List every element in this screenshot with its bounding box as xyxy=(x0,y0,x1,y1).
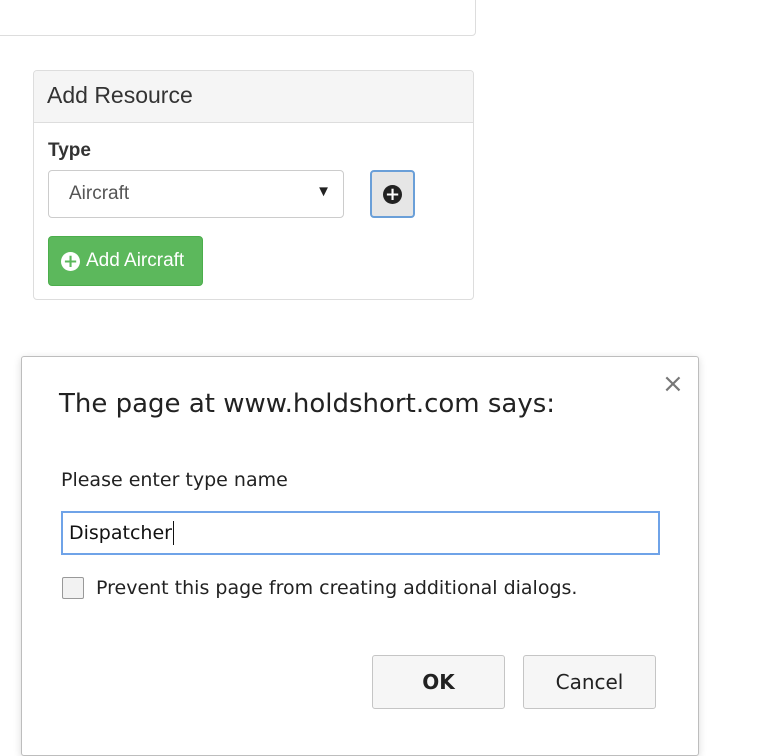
cancel-button[interactable]: Cancel xyxy=(523,655,656,709)
dialog-message: Please enter type name xyxy=(61,469,288,491)
ok-button[interactable]: OK xyxy=(372,655,505,709)
prevent-dialogs-checkbox[interactable] xyxy=(62,577,84,599)
prevent-dialogs-row[interactable]: Prevent this page from creating addition… xyxy=(62,577,577,599)
text-cursor xyxy=(172,521,174,545)
panel-body: Type Aircraft ▼ + + Add Aircraft xyxy=(34,123,473,299)
previous-panel xyxy=(0,0,476,36)
type-label: Type xyxy=(48,140,91,161)
prompt-dialog: × The page at www.holdshort.com says: Pl… xyxy=(21,356,699,756)
close-icon[interactable]: × xyxy=(662,371,684,397)
type-name-input-value: Dispatcher xyxy=(69,522,172,544)
plus-circle-icon: + xyxy=(61,250,80,272)
type-select[interactable]: Aircraft ▼ xyxy=(48,170,344,218)
plus-circle-icon: + xyxy=(383,183,402,205)
panel-title: Add Resource xyxy=(34,71,473,123)
add-resource-panel: Add Resource Type Aircraft ▼ + + Add Air… xyxy=(33,70,474,300)
type-name-input[interactable]: Dispatcher xyxy=(61,511,660,555)
dialog-title: The page at www.holdshort.com says: xyxy=(59,389,556,419)
type-select-value: Aircraft xyxy=(69,183,130,204)
add-aircraft-button[interactable]: + Add Aircraft xyxy=(48,236,203,286)
add-aircraft-label: Add Aircraft xyxy=(86,250,185,271)
add-type-button[interactable]: + xyxy=(370,170,415,218)
prevent-dialogs-label: Prevent this page from creating addition… xyxy=(96,577,578,599)
caret-down-icon: ▼ xyxy=(316,183,331,200)
